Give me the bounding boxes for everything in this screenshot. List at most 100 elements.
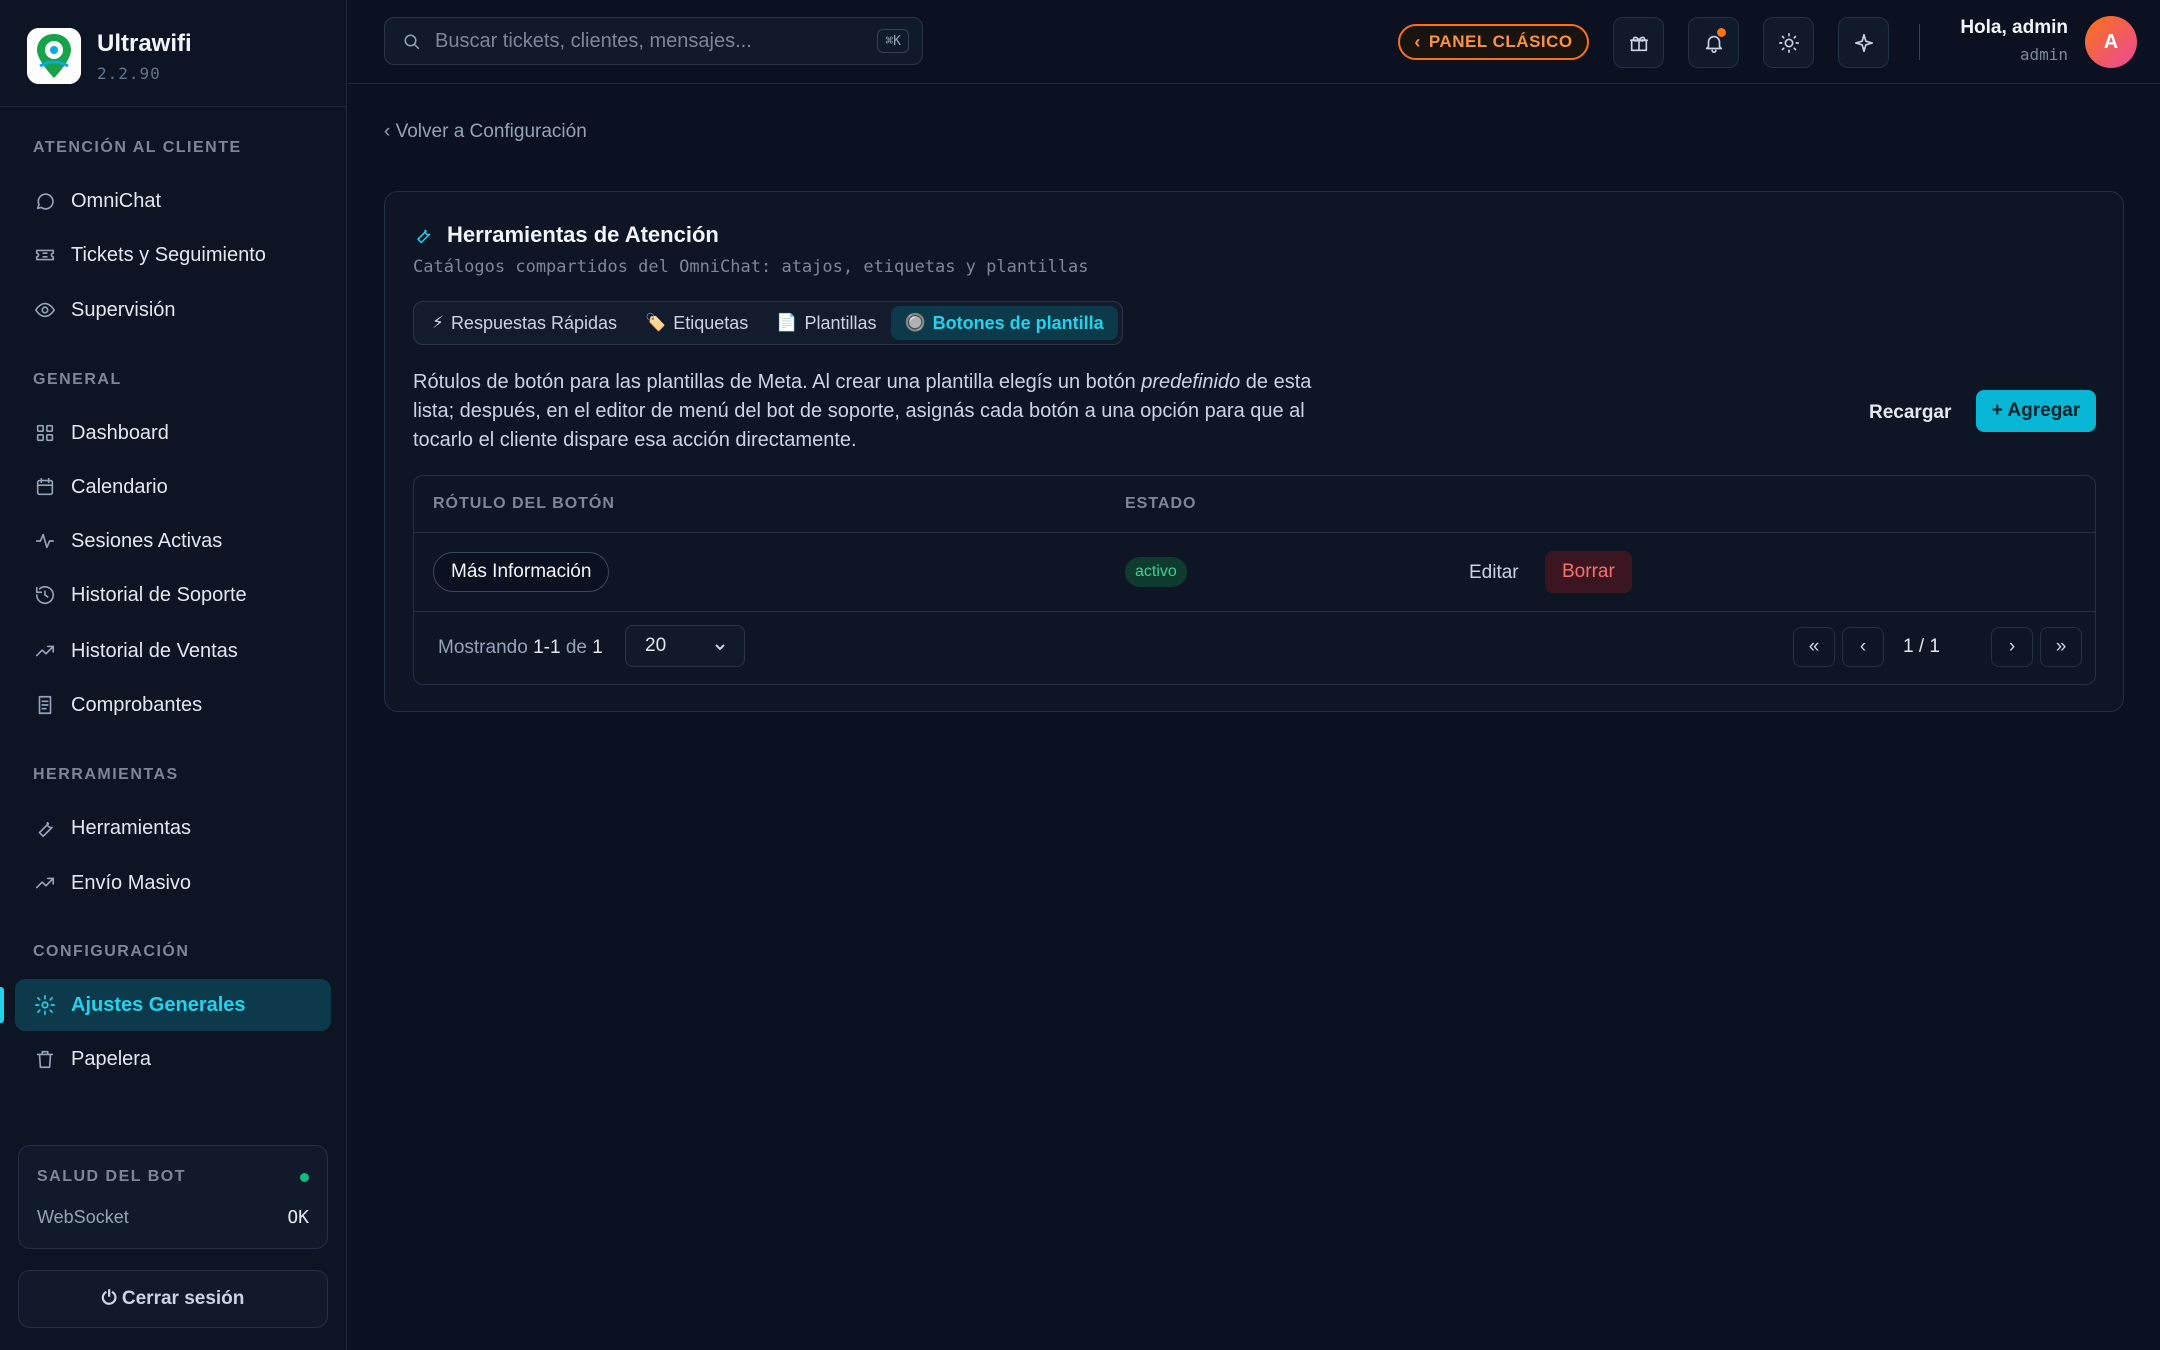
document-icon: 📄 xyxy=(776,313,798,332)
receipt-icon xyxy=(33,693,57,717)
per-page-value: 20 xyxy=(645,635,667,656)
sidebar-item-label: Papelera xyxy=(71,1047,152,1070)
theme-toggle-button[interactable] xyxy=(1763,17,1814,68)
description-text: Rótulos de botón para las plantillas de … xyxy=(413,371,1142,393)
sidebar-item-comprobantes[interactable]: Comprobantes xyxy=(15,679,331,731)
next-page-button[interactable]: › xyxy=(1991,627,2033,667)
grid-icon xyxy=(33,421,57,445)
sidebar-item-herramientas[interactable]: Herramientas xyxy=(15,802,331,854)
user-greeting[interactable]: Hola, admin admin xyxy=(1960,17,2068,64)
sidebar-item-ajustes-generales[interactable]: Ajustes Generales xyxy=(15,979,331,1031)
sidebar-item-historial-ventas[interactable]: Historial de Ventas xyxy=(15,625,331,677)
chat-icon xyxy=(33,189,57,213)
tab-label: Plantillas xyxy=(804,312,877,333)
sidebar-item-label: Calendario xyxy=(71,475,168,498)
sparkle-button[interactable] xyxy=(1838,17,1889,68)
card-subtitle: Catálogos compartidos del OmniChat: ataj… xyxy=(413,257,1089,277)
divider xyxy=(1919,24,1920,60)
pagination-summary: Mostrando 1-1 de 1 xyxy=(438,637,603,659)
avatar[interactable]: A xyxy=(2085,16,2137,68)
search-input[interactable] xyxy=(435,26,835,56)
gear-icon xyxy=(33,993,57,1017)
tab-label: Respuestas Rápidas xyxy=(450,312,618,333)
first-page-button[interactable]: « xyxy=(1793,627,1835,667)
calendar-icon xyxy=(33,475,57,499)
sidebar-item-sesiones[interactable]: Sesiones Activas xyxy=(15,515,331,567)
eye-icon xyxy=(33,298,57,322)
search-icon xyxy=(404,34,420,50)
card-title-text: Herramientas de Atención xyxy=(447,222,719,247)
classic-panel-label: PANEL CLÁSICO xyxy=(1428,32,1573,51)
notification-dot-icon xyxy=(1717,28,1726,37)
top-header: ⌘K ‹ PANEL CLÁSICO Hola, admin admin A xyxy=(348,0,2160,84)
page-indicator: 1 / 1 xyxy=(1903,636,1940,657)
sidebar-item-envio-masivo[interactable]: Envío Masivo xyxy=(15,857,331,909)
lightning-icon: ⚡ xyxy=(432,313,444,332)
sidebar-item-label: OmniChat xyxy=(71,189,162,212)
sidebar-item-calendario[interactable]: Calendario xyxy=(15,461,331,513)
sidebar: Ultrawifi 2.2.90 ATENCIÓN AL CLIENTE Omn… xyxy=(0,0,347,1350)
wrench-icon xyxy=(33,816,57,840)
sidebar-item-historial-soporte[interactable]: Historial de Soporte xyxy=(15,569,331,621)
trash-icon xyxy=(33,1047,57,1071)
radio-button-icon: 🔘 xyxy=(904,313,926,332)
showing-range: 1-1 xyxy=(533,637,561,658)
sidebar-item-tickets[interactable]: Tickets y Seguimiento xyxy=(15,229,331,281)
sidebar-item-label: Envío Masivo xyxy=(71,871,192,894)
sidebar-item-label: Supervisión xyxy=(71,298,176,321)
logout-button[interactable]: ⏻ Cerrar sesión xyxy=(18,1270,328,1328)
edit-button[interactable]: Editar xyxy=(1469,562,1519,584)
sidebar-item-label: Comprobantes xyxy=(71,693,203,716)
last-page-button[interactable]: » xyxy=(2040,627,2082,667)
tools-card: Herramientas de Atención Catálogos compa… xyxy=(384,191,2124,712)
sparkle-icon xyxy=(1854,33,1873,52)
sidebar-item-label: Dashboard xyxy=(71,421,169,444)
tab-label: Botones de plantilla xyxy=(932,312,1104,333)
brand-name: Ultrawifi xyxy=(97,30,192,57)
back-link[interactable]: ‹ Volver a Configuración xyxy=(384,121,587,143)
description-emphasis: predefinido xyxy=(1141,371,1241,393)
health-title: SALUD DEL BOT xyxy=(37,1168,186,1185)
section-atencion: ATENCIÓN AL CLIENTE xyxy=(33,139,242,156)
brand[interactable]: Ultrawifi 2.2.90 xyxy=(27,28,327,88)
sidebar-item-label: Sesiones Activas xyxy=(71,529,223,552)
search-bar[interactable]: ⌘K xyxy=(384,17,923,65)
classic-panel-button[interactable]: ‹ PANEL CLÁSICO xyxy=(1398,24,1589,60)
gift-button[interactable] xyxy=(1613,17,1664,68)
sidebar-item-papelera[interactable]: Papelera xyxy=(15,1033,331,1085)
add-button[interactable]: + Agregar xyxy=(1976,390,2096,432)
tab-bar: ⚡ Respuestas Rápidas 🏷️ Etiquetas 📄 Plan… xyxy=(413,301,1123,345)
sidebar-item-label: Historial de Ventas xyxy=(71,639,238,662)
section-herramientas: HERRAMIENTAS xyxy=(33,766,179,783)
username: admin xyxy=(2019,45,2068,64)
ticket-icon xyxy=(33,243,57,267)
tab-botones-de-plantilla[interactable]: 🔘 Botones de plantilla xyxy=(890,306,1118,340)
status-badge: activo xyxy=(1125,557,1187,587)
tag-icon: 🏷️ xyxy=(645,313,667,332)
divider xyxy=(0,106,347,107)
bot-health-panel: SALUD DEL BOT WebSocket OK xyxy=(18,1145,328,1249)
tab-plantillas[interactable]: 📄 Plantillas xyxy=(762,306,890,340)
trending-up-icon xyxy=(33,871,57,895)
delete-button[interactable]: Borrar xyxy=(1545,551,1632,593)
tab-etiquetas[interactable]: 🏷️ Etiquetas xyxy=(631,306,762,340)
reload-button[interactable]: Recargar xyxy=(1869,402,1951,424)
sidebar-item-supervision[interactable]: Supervisión xyxy=(15,284,331,336)
active-indicator xyxy=(0,987,4,1023)
per-page-select[interactable]: 20 xyxy=(625,625,745,667)
health-value: OK xyxy=(287,1207,309,1228)
sidebar-item-omnichat[interactable]: OmniChat xyxy=(15,175,331,227)
tab-label: Etiquetas xyxy=(673,312,749,333)
notifications-button[interactable] xyxy=(1688,17,1739,68)
health-label: WebSocket xyxy=(37,1207,129,1227)
sun-icon xyxy=(1778,32,1799,53)
prev-page-button[interactable]: ‹ xyxy=(1842,627,1884,667)
button-label-pill: Más Información xyxy=(433,552,610,592)
greeting-text: Hola, admin xyxy=(1960,17,2068,38)
sidebar-item-dashboard[interactable]: Dashboard xyxy=(15,407,331,459)
section-general: GENERAL xyxy=(33,371,122,388)
tab-respuestas-rapidas[interactable]: ⚡ Respuestas Rápidas xyxy=(418,306,631,340)
trending-up-icon xyxy=(33,639,57,663)
buttons-table: RÓTULO DEL BOTÓN ESTADO Más Información … xyxy=(413,475,2096,685)
showing-of: de xyxy=(565,637,587,658)
